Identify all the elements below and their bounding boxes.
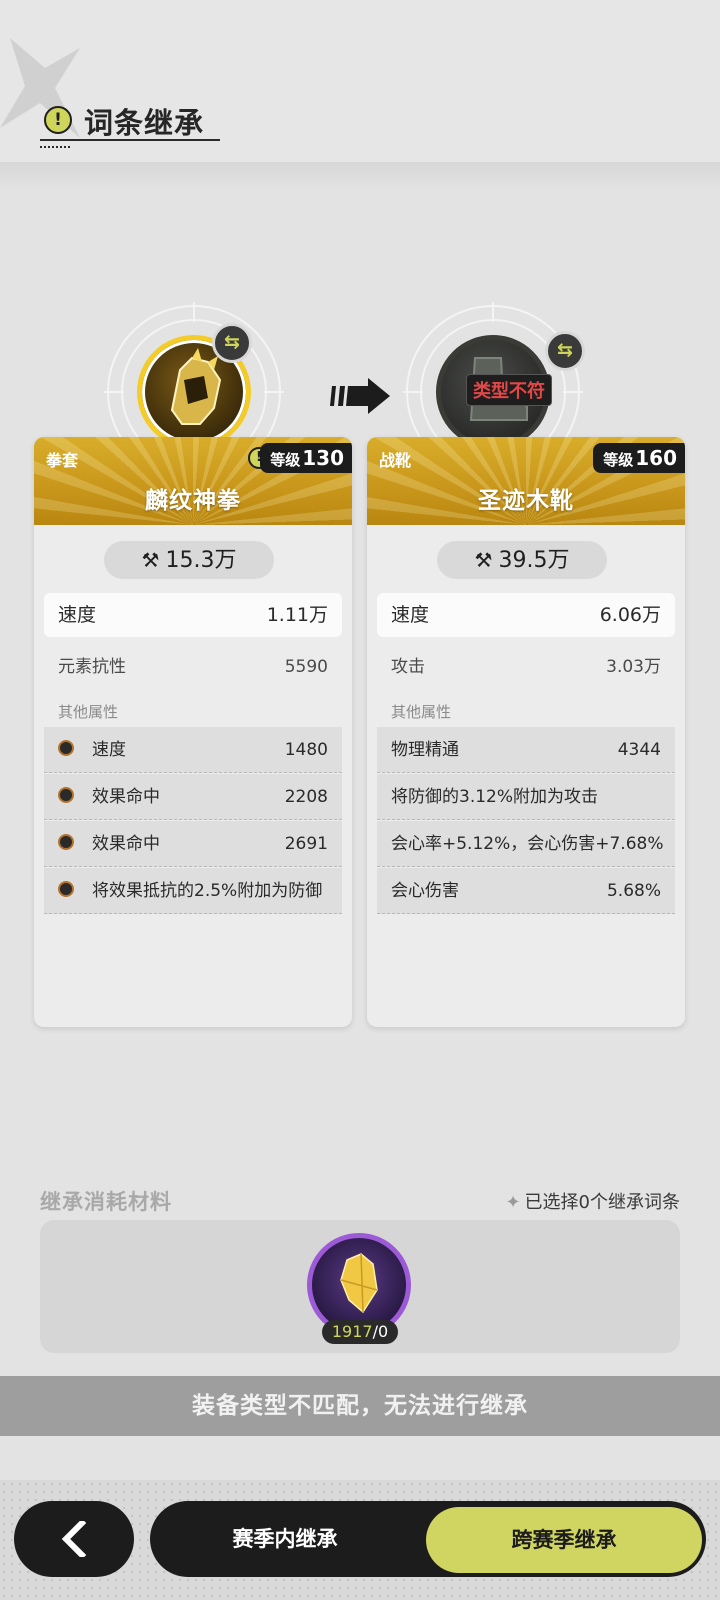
level-value: 130 bbox=[302, 446, 344, 470]
arrow-right-icon bbox=[330, 378, 390, 414]
attribute-name: 物理精通 bbox=[391, 740, 459, 760]
power-pill: ⚒ 39.5万 bbox=[437, 541, 607, 579]
page-title: 词条继承 bbox=[84, 106, 205, 140]
level-label: 等级 bbox=[270, 451, 301, 469]
attribute-row: 会心率+5.12%，会心伤害+7.68% bbox=[377, 821, 675, 867]
attribute-name: 会心伤害 bbox=[391, 881, 459, 901]
right-swap-icon[interactable]: ⇆ bbox=[545, 331, 585, 371]
main-stat-row: 速度 1.11万 bbox=[44, 593, 342, 637]
power-icon: ⚒ bbox=[474, 548, 493, 572]
equipment-type: 战靴 bbox=[379, 451, 412, 470]
inherit-disabled-notice: 装备类型不匹配，无法进行继承 bbox=[0, 1376, 720, 1436]
select-dot-icon bbox=[58, 740, 74, 756]
attribute-name: 将效果抵抗的2.5%附加为防御 bbox=[92, 881, 323, 901]
main-stat-value: 6.06万 bbox=[599, 604, 661, 626]
equipment-type: 拳套 bbox=[46, 451, 79, 470]
attribute-name: 效果命中 bbox=[92, 834, 160, 854]
equipment-name: 麟纹神拳 bbox=[145, 488, 241, 514]
sub-stat-value: 5590 bbox=[284, 657, 328, 677]
decorative-star-icon bbox=[0, 38, 80, 138]
attribute-name: 效果命中 bbox=[92, 787, 160, 807]
attribute-row[interactable]: 将效果抵抗的2.5%附加为防御 bbox=[44, 868, 342, 914]
back-button[interactable] bbox=[14, 1501, 134, 1577]
sparkle-icon: ✦ bbox=[505, 1192, 521, 1213]
sub-stat-value: 3.03万 bbox=[606, 657, 661, 677]
level-label: 等级 bbox=[603, 451, 634, 469]
attribute-value: 2691 bbox=[284, 834, 328, 854]
left-equipment-card: 拳套 ! 等级 130 麟纹神拳 ⚒ 15.3万 速度 1.11万 元素抗性 559… bbox=[34, 437, 352, 1027]
crystal-icon bbox=[340, 1253, 378, 1314]
sub-stat-name: 元素抗性 bbox=[58, 657, 126, 677]
other-attributes-label: 其他属性 bbox=[391, 703, 452, 721]
card-header: 战靴 等级 160 圣迹木靴 bbox=[367, 437, 685, 525]
attribute-name: 速度 bbox=[92, 740, 126, 760]
right-equipment-card: 战靴 等级 160 圣迹木靴 ⚒ 39.5万 速度 6.06万 攻击 3.03万 其… bbox=[367, 437, 685, 1027]
power-value: 15.3万 bbox=[165, 548, 237, 573]
attribute-value: 4344 bbox=[617, 740, 661, 760]
level-value: 160 bbox=[635, 446, 677, 470]
power-icon: ⚒ bbox=[141, 548, 160, 572]
type-mismatch-badge: 类型不符 bbox=[466, 374, 552, 406]
tab-cross-season[interactable]: 跨赛季继承 bbox=[426, 1507, 702, 1573]
attribute-row[interactable]: 效果命中 2691 bbox=[44, 821, 342, 867]
main-stat-row: 速度 6.06万 bbox=[377, 593, 675, 637]
equipment-name: 圣迹木靴 bbox=[478, 488, 574, 514]
selected-count: ✦ 已选择0个继承词条 bbox=[505, 1188, 680, 1214]
level-tag: 等级 160 bbox=[593, 443, 685, 473]
attribute-value: 1480 bbox=[284, 740, 328, 760]
level-tag: 等级 130 bbox=[260, 443, 352, 473]
material-owned: 1917 bbox=[331, 1322, 373, 1341]
attribute-name: 将防御的3.12%附加为攻击 bbox=[391, 787, 599, 807]
select-dot-icon bbox=[58, 881, 74, 897]
left-swap-icon[interactable]: ⇆ bbox=[212, 323, 252, 363]
attribute-row: 将防御的3.12%附加为攻击 bbox=[377, 774, 675, 820]
material-quantity: 1917/0 bbox=[322, 1320, 398, 1344]
title-underline bbox=[40, 139, 220, 141]
materials-title: 继承消耗材料 bbox=[40, 1190, 172, 1214]
material-required: /0 bbox=[372, 1322, 389, 1341]
tab-in-season[interactable]: 赛季内继承 bbox=[150, 1501, 420, 1577]
sub-stat-row: 攻击 3.03万 bbox=[377, 645, 675, 689]
attribute-row: 物理精通 4344 bbox=[377, 727, 675, 773]
attribute-row[interactable]: 效果命中 2208 bbox=[44, 774, 342, 820]
title-dots bbox=[40, 146, 72, 148]
attribute-value: 5.68% bbox=[606, 881, 661, 901]
power-pill: ⚒ 15.3万 bbox=[104, 541, 274, 579]
header-shadow bbox=[0, 162, 720, 190]
back-icon bbox=[61, 1521, 87, 1557]
attribute-row[interactable]: 速度 1480 bbox=[44, 727, 342, 773]
main-stat-value: 1.11万 bbox=[266, 604, 328, 626]
attribute-row: 会心伤害 5.68% bbox=[377, 868, 675, 914]
select-dot-icon bbox=[58, 787, 74, 803]
selected-count-text: 已选择0个继承词条 bbox=[524, 1192, 680, 1213]
warning-icon: ! bbox=[44, 106, 72, 134]
power-value: 39.5万 bbox=[498, 548, 570, 573]
main-stat-name: 速度 bbox=[58, 604, 97, 626]
sub-stat-row: 元素抗性 5590 bbox=[44, 645, 342, 689]
main-stat-name: 速度 bbox=[391, 604, 430, 626]
other-attributes-label: 其他属性 bbox=[58, 703, 119, 721]
card-header: 拳套 ! 等级 130 麟纹神拳 bbox=[34, 437, 352, 525]
attribute-name: 会心率+5.12%，会心伤害+7.68% bbox=[391, 834, 664, 854]
select-dot-icon bbox=[58, 834, 74, 850]
attribute-value: 2208 bbox=[284, 787, 328, 807]
sub-stat-name: 攻击 bbox=[391, 657, 425, 677]
